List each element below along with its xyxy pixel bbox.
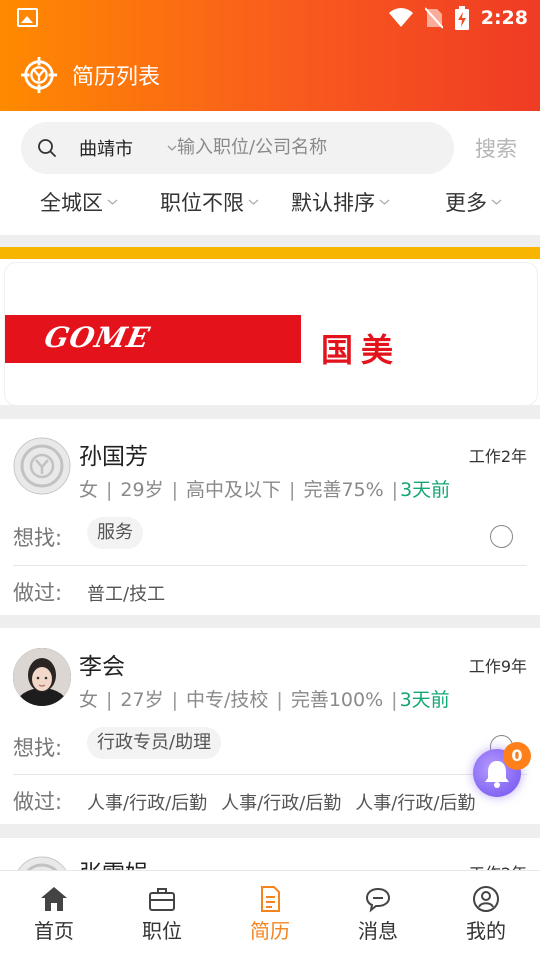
notification-badge: 0 [503,742,531,770]
ad-banner[interactable]: GOME 国美 [4,262,538,406]
search-box: 曲靖市 [21,122,454,174]
updated-time: 3天前 [399,689,450,711]
chevron-down-icon [107,199,118,205]
filter-sort[interactable]: 默认排序 [291,187,390,217]
did-item: 人事/行政/后勤 [355,793,476,814]
chevron-down-icon [248,199,259,205]
nav-home[interactable]: 首页 [0,885,108,944]
resume-card[interactable]: 孙国芳 工作2年 女 | 29岁 | 高中及以下 | 完善75% | 3天前 想找: 服务 做过… [0,419,540,615]
did-list: 普工/技工 [87,580,179,606]
did-label: 做过: [13,581,63,605]
completion: 完善100% [290,689,384,711]
city-selector[interactable]: 曲靖市 [79,135,133,161]
status-time: 2:28 [480,7,528,29]
education: 高中及以下 [186,479,282,501]
gender: 女 [79,689,99,711]
user-icon [473,886,499,912]
home-icon [41,887,67,911]
want-tag: 行政专员/助理 [87,727,222,759]
candidate-name: 李会 [79,654,125,680]
nav-resumes[interactable]: 简历 [216,885,324,944]
nav-jobs[interactable]: 职位 [108,885,216,944]
bottom-nav: 首页 职位 简历 消息 我的 [0,870,540,960]
filter-label: 职位不限 [160,191,244,215]
banner-brand-logo: GOME [41,321,154,354]
nav-label: 简历 [250,919,290,943]
wifi-icon [388,8,413,27]
nav-label: 我的 [466,919,506,943]
search-input[interactable] [177,132,437,162]
app-header: 2:28 简历列表 [0,0,540,111]
did-item: 人事/行政/后勤 [87,793,208,814]
filter-label: 全城区 [40,191,103,215]
page-title: 简历列表 [72,65,161,90]
status-bar: 2:28 [0,0,540,36]
banner-section: GOME 国美 [0,247,540,406]
chevron-down-icon [379,199,390,205]
candidate-name: 孙国芳 [79,444,148,470]
want-label: 想找: [13,526,63,550]
education: 中专/技校 [186,689,269,711]
candidate-meta: 女 | 29岁 | 高中及以下 | 完善75% | 3天前 [79,479,451,501]
select-radio[interactable] [490,525,513,548]
want-label: 想找: [13,736,63,760]
briefcase-icon [149,888,175,911]
filter-bar: 全城区 职位不限 默认排序 更多 [0,183,540,223]
experience-years: 工作9年 [468,657,527,676]
chevron-down-icon [491,199,502,205]
default-avatar-icon [13,437,71,495]
banner-brand-cn: 国美 [321,331,402,369]
age: 29岁 [120,479,164,501]
completion: 完善75% [303,479,384,501]
gallery-notification-icon [17,8,38,27]
candidate-meta: 女 | 27岁 | 中专/技校 | 完善100% | 3天前 [79,689,450,711]
nav-label: 消息 [358,919,398,943]
search-icon [38,139,56,157]
app-logo-icon [20,56,58,94]
divider [13,774,527,775]
nav-profile[interactable]: 我的 [432,885,540,944]
filter-label: 更多 [445,191,487,215]
filter-label: 默认排序 [291,191,375,215]
did-list: 人事/行政/后勤 人事/行政/后勤 人事/行政/后勤 [87,789,489,815]
did-item: 人事/行政/后勤 [221,793,342,814]
filter-district[interactable]: 全城区 [40,187,118,217]
status-icons: 2:28 [388,5,528,31]
title-row: 简历列表 [20,55,160,95]
divider [13,565,527,566]
updated-time: 3天前 [400,479,451,501]
age: 27岁 [120,689,164,711]
nav-label: 首页 [34,919,74,943]
no-sim-icon [424,7,443,29]
search-button[interactable]: 搜索 [475,133,517,163]
resume-card[interactable]: 李会 工作9年 女 | 27岁 | 中专/技校 | 完善100% | 3天前 想找: 行政专员/… [0,628,540,824]
search-panel: 曲靖市 搜索 全城区 职位不限 默认排序 更多 [0,111,540,235]
user-photo [13,648,71,706]
avatar [13,648,71,706]
chevron-down-icon[interactable] [167,143,177,153]
chat-icon [365,887,391,913]
avatar [13,437,71,495]
experience-years: 工作2年 [468,447,527,466]
document-icon [261,886,280,912]
filter-position[interactable]: 职位不限 [160,187,259,217]
nav-messages[interactable]: 消息 [324,885,432,944]
did-item: 普工/技工 [87,584,166,605]
want-tag: 服务 [87,517,143,549]
filter-more[interactable]: 更多 [445,187,502,217]
nav-label: 职位 [142,919,182,943]
did-label: 做过: [13,790,63,814]
gender: 女 [79,479,99,501]
battery-charging-icon [454,6,469,30]
